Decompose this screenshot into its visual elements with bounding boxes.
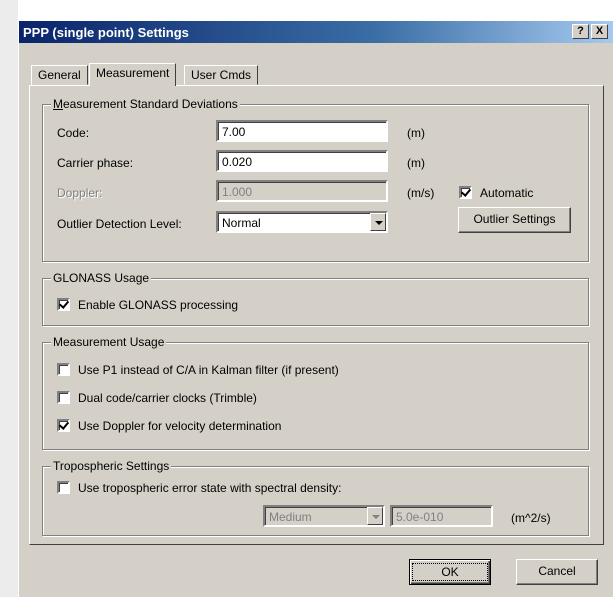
doppler-label: Doppler: <box>57 186 103 200</box>
cancel-button[interactable]: Cancel <box>516 559 598 585</box>
tab-measurement[interactable]: Measurement <box>89 63 177 86</box>
tropo-state-checkbox[interactable] <box>57 481 70 494</box>
code-input[interactable]: 7.00 <box>216 120 388 142</box>
automatic-checkbox[interactable] <box>459 186 472 199</box>
help-button[interactable]: ? <box>572 24 589 39</box>
measurement-usage-group-label: Measurement Usage <box>51 335 167 349</box>
automatic-label[interactable]: Automatic <box>480 186 533 200</box>
carrier-phase-unit: (m) <box>407 156 425 170</box>
tab-user-cmds[interactable]: User Cmds <box>184 65 259 85</box>
use-doppler-label[interactable]: Use Doppler for velocity determination <box>78 419 281 433</box>
carrier-phase-label: Carrier phase: <box>57 156 134 170</box>
spectral-density-value: Medium <box>269 510 312 524</box>
tab-general[interactable]: General <box>31 65 88 85</box>
ok-button-label: OK <box>412 563 488 581</box>
measurement-usage-group: Measurement Usage Use P1 instead of C/A … <box>42 335 589 450</box>
enable-glonass-checkbox[interactable] <box>57 298 70 311</box>
use-doppler-checkbox[interactable] <box>57 419 70 432</box>
doppler-input[interactable]: 1.000 <box>216 180 388 202</box>
spectral-density-unit: (m^2/s) <box>511 511 551 525</box>
use-p1-label[interactable]: Use P1 instead of C/A in Kalman filter (… <box>78 363 339 377</box>
glonass-group-label: GLONASS Usage <box>51 271 152 285</box>
std-dev-group-label: Measurement Standard Deviations <box>51 97 240 111</box>
spectral-density-input[interactable]: 5.0e-010 <box>390 505 493 527</box>
code-unit: (m) <box>407 126 425 140</box>
outlier-level-label: Outlier Detection Level: <box>57 217 182 231</box>
dual-clocks-checkbox[interactable] <box>57 391 70 404</box>
outlier-level-value: Normal <box>222 216 261 230</box>
enable-glonass-label[interactable]: Enable GLONASS processing <box>78 298 238 312</box>
std-dev-group: Measurement Standard Deviations Code: 7.… <box>42 97 589 262</box>
dual-clocks-label[interactable]: Dual code/carrier clocks (Trimble) <box>78 391 257 405</box>
settings-dialog: PPP (single point) Settings ? X General … <box>18 20 613 597</box>
outlier-settings-button[interactable]: Outlier Settings <box>458 207 571 233</box>
tropo-state-label[interactable]: Use tropospheric error state with spectr… <box>78 481 341 495</box>
doppler-unit: (m/s) <box>407 186 435 200</box>
carrier-phase-input[interactable]: 0.020 <box>216 150 388 172</box>
glonass-group: GLONASS Usage Enable GLONASS processing <box>42 271 589 326</box>
use-p1-checkbox[interactable] <box>57 363 70 376</box>
window-title: PPP (single point) Settings <box>23 25 189 40</box>
tropospheric-group-label: Tropospheric Settings <box>51 459 172 473</box>
code-label: Code: <box>57 126 90 140</box>
ok-button[interactable]: OK <box>409 559 491 585</box>
tab-panel-measurement: Measurement Standard Deviations Code: 7.… <box>29 85 604 545</box>
desktop-background-top <box>18 0 613 20</box>
outlier-level-select[interactable]: Normal <box>216 211 388 233</box>
desktop-background <box>0 0 18 597</box>
close-button[interactable]: X <box>591 24 608 39</box>
chevron-down-icon[interactable] <box>367 507 383 525</box>
title-bar[interactable]: PPP (single point) Settings ? X <box>19 21 613 43</box>
tropospheric-group: Tropospheric Settings Use tropospheric e… <box>42 459 589 536</box>
chevron-down-icon[interactable] <box>370 213 386 231</box>
spectral-density-select[interactable]: Medium <box>263 505 385 527</box>
